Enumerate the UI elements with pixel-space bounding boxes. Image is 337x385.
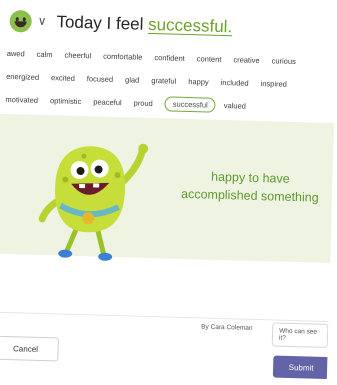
feeling-tag[interactable]: calm <box>37 49 53 58</box>
author-byline: By Cara Coleman <box>201 323 253 332</box>
green-monster-illustration <box>38 143 149 261</box>
feeling-tag[interactable]: creative <box>233 55 260 65</box>
feeling-tag[interactable]: included <box>221 77 249 87</box>
feeling-tag[interactable]: happy <box>188 77 209 87</box>
feeling-tag[interactable]: cheerful <box>64 50 91 60</box>
feeling-tag[interactable]: focused <box>87 74 114 84</box>
who-can-see-button[interactable]: Who can see it? <box>271 322 329 349</box>
feeling-tag[interactable]: grateful <box>151 75 176 85</box>
tag-row: motivated optimistic peaceful proud successf… <box>5 90 337 117</box>
feeling-title: Today I feel successful. <box>56 12 232 37</box>
chevron-down-icon[interactable]: ∨ <box>38 14 47 28</box>
feeling-tag[interactable]: excited <box>51 73 75 83</box>
tag-row: awed calm cheerful comfortable confident cont… <box>7 44 337 71</box>
banner-message: happy to have accomplished something <box>170 167 331 207</box>
reflect-card: ∨ Today I feel successful. awed calm cheer… <box>0 0 337 385</box>
footer-divider <box>0 311 337 323</box>
cancel-button[interactable]: Cancel <box>0 335 59 362</box>
feeling-tag[interactable]: inspired <box>261 79 288 89</box>
feeling-tag[interactable]: comfortable <box>103 51 142 61</box>
feeling-value[interactable]: successful. <box>148 15 233 36</box>
feeling-tag[interactable]: proud <box>133 98 152 108</box>
feeling-tag[interactable]: curious <box>272 56 296 66</box>
feeling-tag[interactable]: energized <box>6 71 39 81</box>
feeling-tag[interactable]: peaceful <box>93 97 122 107</box>
feeling-tag[interactable]: content <box>197 54 222 64</box>
feeling-header: ∨ Today I feel successful. <box>9 6 232 42</box>
feeling-tag[interactable]: motivated <box>5 94 38 104</box>
feeling-tag[interactable]: confident <box>154 53 185 63</box>
feeling-tag[interactable]: awed <box>7 48 25 57</box>
feeling-tag[interactable]: glad <box>125 75 139 84</box>
feeling-tag[interactable]: successful <box>164 95 217 113</box>
smiley-emoji-icon[interactable] <box>9 10 32 33</box>
feeling-tag[interactable]: optimistic <box>50 96 82 106</box>
tag-row: energized excited focused glad grateful happy… <box>6 67 337 94</box>
feeling-tag[interactable]: valued <box>224 101 246 111</box>
feeling-tags: awed calm cheerful comfortable confident cont… <box>5 44 337 122</box>
feeling-prefix: Today I feel <box>56 12 144 34</box>
banner-line-2: accomplished something <box>180 186 319 205</box>
